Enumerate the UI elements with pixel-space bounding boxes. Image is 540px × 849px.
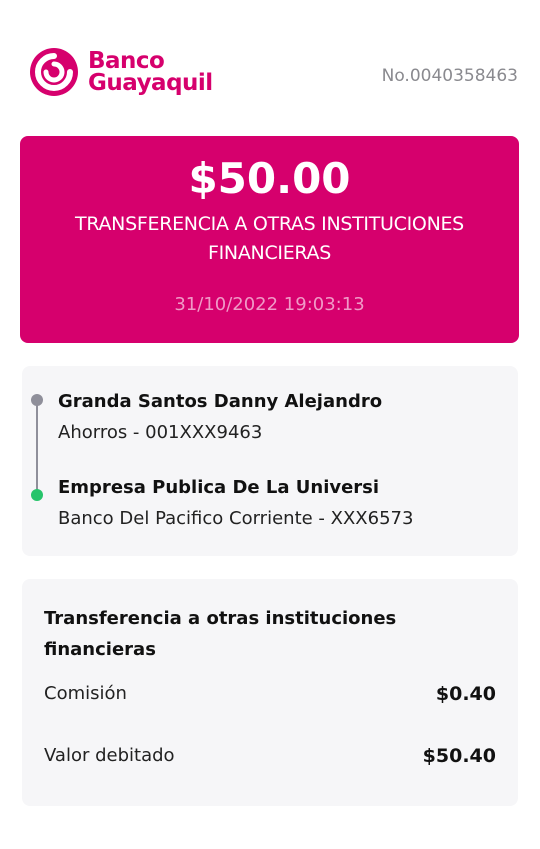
timeline-connector [36, 400, 38, 490]
transfer-receipt: Banco Guayaquil No.0040358463 $50.00 TRA… [0, 0, 540, 849]
origin-dot-icon [31, 394, 43, 406]
bank-name-line1: Banco [88, 48, 165, 74]
destination-account: Banco Del Pacifico Corriente - XXX6573 [58, 508, 414, 529]
transfer-amount: $50.00 [188, 154, 351, 203]
destination-name: Empresa Publica De La Universi [58, 477, 380, 498]
origin-name: Granda Santos Danny Alejandro [58, 391, 383, 412]
debited-label: Valor debitado [44, 745, 175, 766]
bank-logo-icon [30, 48, 78, 96]
parties-card: Granda Santos Danny Alejandro Ahorros - … [22, 366, 518, 556]
details-card: Transferencia a otras instituciones fina… [22, 579, 518, 806]
transfer-type: TRANSFERENCIA A OTRAS INSTITUCIONES FINA… [75, 213, 464, 264]
destination-dot-icon [31, 489, 43, 501]
commission-value: $0.40 [435, 683, 496, 705]
amount-card: $50.00 TRANSFERENCIA A OTRAS INSTITUCION… [20, 136, 519, 343]
details-title: Transferencia a otras instituciones fina… [44, 608, 397, 660]
commission-label: Comisión [44, 683, 127, 704]
origin-account: Ahorros - 001XXX9463 [58, 422, 263, 443]
bank-name-line2: Guayaquil [88, 70, 213, 96]
transfer-datetime: 31/10/2022 19:03:13 [174, 294, 365, 315]
debited-value: $50.40 [422, 745, 496, 767]
bank-name: Banco Guayaquil [88, 48, 213, 96]
bank-logo: Banco Guayaquil [28, 46, 213, 98]
receipt-number: No.0040358463 [381, 66, 518, 86]
